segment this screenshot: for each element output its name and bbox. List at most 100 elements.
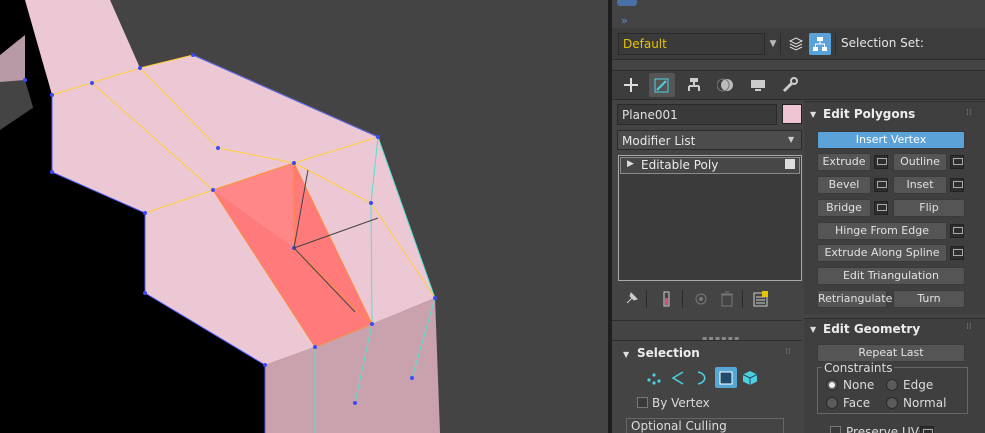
outline-settings-button[interactable] xyxy=(950,155,964,169)
modify-icon xyxy=(654,78,669,93)
element-level-button[interactable] xyxy=(739,367,761,388)
bridge-button[interactable]: Bridge xyxy=(817,199,871,217)
retriangulate-button[interactable]: Retriangulate xyxy=(817,290,892,308)
toolbar-divider xyxy=(780,33,781,55)
hinge-from-edge-button[interactable]: Hinge From Edge xyxy=(817,222,947,240)
rollout-drag-handle[interactable]: ⁞⁞ xyxy=(966,108,972,118)
selection-set-label: Selection Set: xyxy=(841,36,924,50)
panel-pin-tab[interactable] xyxy=(617,0,637,6)
make-unique-button[interactable] xyxy=(692,290,710,308)
panel-divider xyxy=(612,340,802,341)
polygon-icon xyxy=(719,371,733,385)
preserve-uvs-checkbox[interactable] xyxy=(830,426,841,433)
selection-rollout-title[interactable]: Selection xyxy=(637,346,700,360)
optional-culling-group: Optional Culling xyxy=(626,418,784,433)
pin-stack-button[interactable] xyxy=(622,290,640,308)
remove-modifier-button[interactable] xyxy=(718,290,736,308)
preserve-uvs-settings-button[interactable] xyxy=(920,426,934,433)
show-end-result-button[interactable] xyxy=(658,290,676,308)
perspective-viewport[interactable] xyxy=(0,0,608,433)
tool-divider xyxy=(682,290,683,308)
mesh-view xyxy=(0,0,440,433)
expand-triangle-icon[interactable]: ▶ xyxy=(627,159,634,169)
tool-divider xyxy=(646,290,647,308)
vertex-icon xyxy=(647,373,661,385)
vertex-level-button[interactable] xyxy=(643,367,665,388)
inset-settings-button[interactable] xyxy=(950,178,964,192)
tab-display[interactable] xyxy=(745,73,771,97)
bevel-settings-button[interactable] xyxy=(874,178,888,192)
tab-create[interactable] xyxy=(618,73,644,97)
tab-utilities[interactable] xyxy=(777,73,803,97)
insert-vertex-button[interactable]: Insert Vertex xyxy=(817,131,965,149)
collapse-chevron-icon[interactable]: » xyxy=(621,14,628,27)
edit-geometry-collapse-icon[interactable]: ▼ xyxy=(810,325,816,334)
end-result-icon xyxy=(663,291,670,307)
preserve-uvs-label: Preserve UVs xyxy=(846,425,926,433)
constraint-normal-label: Normal xyxy=(903,396,947,410)
flip-button[interactable]: Flip xyxy=(893,199,965,217)
toolbar-divider xyxy=(835,33,836,55)
edit-triangulation-button[interactable]: Edit Triangulation xyxy=(817,267,965,285)
bevel-button[interactable]: Bevel xyxy=(817,176,871,194)
layers-icon xyxy=(788,37,804,51)
constraint-normal-radio[interactable] xyxy=(886,397,898,409)
display-icon xyxy=(751,80,765,91)
rollout-drag-handle[interactable]: ⁞⁞ xyxy=(785,347,791,357)
stack-item-toggle[interactable] xyxy=(785,159,795,169)
constraint-edge-radio[interactable] xyxy=(886,379,898,391)
scene-explorer-button[interactable] xyxy=(809,33,831,55)
constraint-none-radio[interactable] xyxy=(826,379,838,391)
outline-button[interactable]: Outline xyxy=(893,153,947,171)
modifier-list-arrow-icon[interactable]: ▼ xyxy=(788,135,794,144)
element-icon xyxy=(742,371,758,385)
extrude-settings-button[interactable] xyxy=(874,155,888,169)
constraint-face-label: Face xyxy=(843,396,871,410)
repeat-last-button[interactable]: Repeat Last xyxy=(817,344,965,362)
configure-sets-icon xyxy=(753,291,768,307)
edge-icon xyxy=(671,371,684,385)
tab-modify[interactable] xyxy=(649,73,675,97)
trash-icon xyxy=(721,291,733,307)
create-icon xyxy=(624,78,638,92)
layer-dropdown[interactable]: Default xyxy=(618,33,765,55)
extrude-along-spline-settings-button[interactable] xyxy=(950,246,964,260)
rollout-drag-handle[interactable]: ⁞⁞ xyxy=(966,322,972,332)
motion-icon xyxy=(717,78,733,92)
subobject-level-bar xyxy=(643,367,763,389)
make-unique-icon xyxy=(695,293,707,305)
border-icon xyxy=(697,371,706,385)
constraints-label: Constraints xyxy=(822,361,895,375)
rollout-splitter-grip[interactable]: ▪▪▪▪▪▪ xyxy=(702,334,741,343)
selection-collapse-icon[interactable]: ▼ xyxy=(623,350,629,359)
tab-motion[interactable] xyxy=(713,73,739,97)
object-name-field[interactable]: Plane001 xyxy=(617,104,777,125)
utilities-icon xyxy=(782,77,798,93)
layer-dropdown-arrow-icon[interactable]: ▼ xyxy=(766,33,780,55)
hierarchy-icon xyxy=(688,78,700,91)
object-color-swatch[interactable] xyxy=(782,104,802,124)
edit-polygons-title[interactable]: Edit Polygons xyxy=(823,107,915,121)
edit-polygons-collapse-icon[interactable]: ▼ xyxy=(810,110,816,119)
extrude-along-spline-button[interactable]: Extrude Along Spline xyxy=(817,244,947,262)
extrude-button[interactable]: Extrude xyxy=(817,153,871,171)
pin-icon xyxy=(626,292,638,304)
polygon-level-button[interactable] xyxy=(715,367,737,388)
tab-hierarchy[interactable] xyxy=(681,73,707,97)
hinge-settings-button[interactable] xyxy=(950,224,964,238)
bridge-settings-button[interactable] xyxy=(874,201,888,215)
border-level-button[interactable] xyxy=(691,367,713,388)
constraint-edge-label: Edge xyxy=(903,378,934,392)
modifier-list-dropdown[interactable]: Modifier List xyxy=(617,130,802,150)
constraint-none-label: None xyxy=(843,378,875,392)
inset-button[interactable]: Inset xyxy=(893,176,947,194)
layer-explorer-button[interactable] xyxy=(785,33,807,55)
turn-button[interactable]: Turn xyxy=(893,290,965,308)
by-vertex-checkbox[interactable] xyxy=(637,397,648,408)
edit-geometry-title[interactable]: Edit Geometry xyxy=(823,322,920,336)
edge-level-button[interactable] xyxy=(667,367,689,388)
configure-modifier-sets-button[interactable] xyxy=(752,290,770,308)
by-vertex-label: By Vertex xyxy=(652,396,710,410)
constraint-face-radio[interactable] xyxy=(826,397,838,409)
stack-item-label: Editable Poly xyxy=(641,158,719,172)
